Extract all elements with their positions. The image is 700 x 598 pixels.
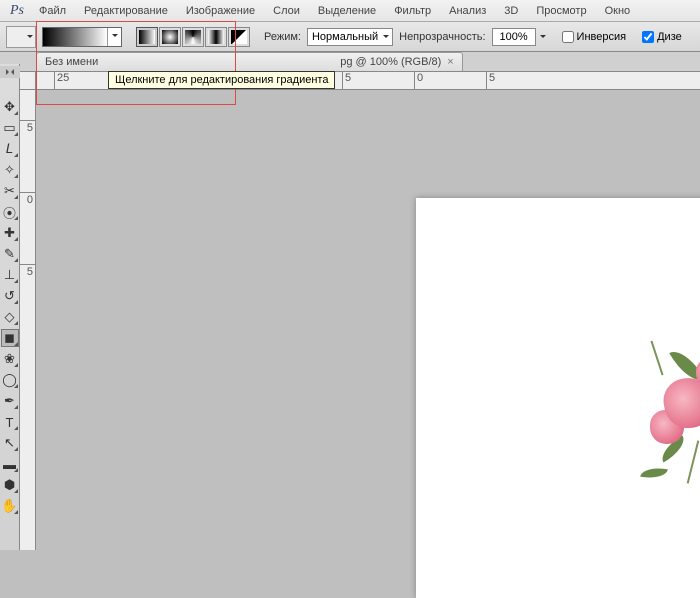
- app-logo: Ps: [4, 3, 30, 19]
- dither-label: Дизе: [657, 31, 682, 43]
- ruler-h-tick: 5: [342, 72, 351, 89]
- shape-tool[interactable]: ▬: [1, 455, 19, 473]
- invert-checkbox-input[interactable]: [562, 31, 574, 43]
- wand-tool[interactable]: ✧: [1, 161, 19, 179]
- tools-panel: ✥ ▭ 𝘓 ✧ ✂ ⦿ ✚ ✎ ⊥ ↺ ◇ ◼ ❀ ◯ ✒ T ↖ ▬ ⬢ ✋: [0, 64, 20, 550]
- blend-mode-value: Нормальный: [312, 31, 378, 43]
- menu-image[interactable]: Изображение: [177, 2, 264, 20]
- document-tab-bar: Без имени pg @ 100% (RGB/8) ×: [0, 52, 700, 72]
- menu-view[interactable]: Просмотр: [527, 2, 595, 20]
- healing-tool[interactable]: ✚: [1, 224, 19, 242]
- invert-checkbox[interactable]: Инверсия: [562, 31, 627, 43]
- pen-tool[interactable]: ✒: [1, 392, 19, 410]
- gradient-radial-button[interactable]: [159, 27, 181, 47]
- menu-file[interactable]: Файл: [30, 2, 75, 20]
- close-tab-icon[interactable]: ×: [447, 56, 453, 68]
- gradient-dropdown[interactable]: [107, 28, 121, 46]
- toolbar-expand-icon[interactable]: [0, 66, 20, 78]
- gradient-type-group: [136, 27, 250, 47]
- menu-window[interactable]: Окно: [596, 2, 640, 20]
- options-bar: Режим: Нормальный Непрозрачность: 100% И…: [0, 22, 700, 52]
- opacity-label: Непрозрачность:: [399, 31, 485, 43]
- tab-title-left: Без имени: [45, 56, 98, 68]
- menu-filter[interactable]: Фильтр: [385, 2, 440, 20]
- menu-3d[interactable]: 3D: [495, 2, 527, 20]
- hand-tool[interactable]: ✋: [1, 497, 19, 515]
- gradient-linear-button[interactable]: [136, 27, 158, 47]
- move-tool[interactable]: ✥: [1, 98, 19, 116]
- dither-checkbox-input[interactable]: [642, 31, 654, 43]
- stamp-tool[interactable]: ⊥: [1, 266, 19, 284]
- dither-checkbox[interactable]: Дизе: [642, 31, 682, 43]
- dodge-tool[interactable]: ◯: [1, 371, 19, 389]
- ruler-v-tick: 0: [20, 192, 35, 206]
- lasso-tool[interactable]: 𝘓: [1, 140, 19, 158]
- history-brush-tool[interactable]: ↺: [1, 287, 19, 305]
- tab-title-right: pg @ 100% (RGB/8): [340, 56, 441, 68]
- ruler-h-tick: 5: [486, 72, 495, 89]
- eyedropper-tool[interactable]: ⦿: [1, 203, 19, 221]
- ruler-h-tick: 25: [54, 72, 69, 89]
- ruler-h-tick: 0: [414, 72, 423, 89]
- marquee-tool[interactable]: ▭: [1, 119, 19, 137]
- blur-tool[interactable]: ❀: [1, 350, 19, 368]
- menu-edit[interactable]: Редактирование: [75, 2, 177, 20]
- ruler-origin[interactable]: [20, 72, 36, 90]
- gradient-swatch[interactable]: [43, 28, 107, 46]
- ruler-v-tick: 5: [20, 264, 35, 278]
- type-tool[interactable]: T: [1, 413, 19, 431]
- 3d-tool[interactable]: ⬢: [1, 476, 19, 494]
- gradient-tooltip: Щелкните для редактирования градиента: [108, 71, 335, 89]
- gradient-diamond-button[interactable]: [228, 27, 250, 47]
- mode-label: Режим:: [264, 31, 301, 43]
- tool-preset-picker[interactable]: [6, 26, 36, 48]
- gradient-reflected-button[interactable]: [205, 27, 227, 47]
- path-select-tool[interactable]: ↖: [1, 434, 19, 452]
- opacity-input[interactable]: 100%: [492, 28, 536, 46]
- menu-bar: Ps Файл Редактирование Изображение Слои …: [0, 0, 700, 22]
- gradient-picker[interactable]: [42, 27, 122, 47]
- eraser-tool[interactable]: ◇: [1, 308, 19, 326]
- gradient-angle-button[interactable]: [182, 27, 204, 47]
- image-content: [636, 340, 700, 500]
- menu-select[interactable]: Выделение: [309, 2, 385, 20]
- ruler-v-tick: 5: [20, 120, 35, 134]
- brush-tool[interactable]: ✎: [1, 245, 19, 263]
- canvas-area[interactable]: [36, 90, 700, 550]
- menu-analysis[interactable]: Анализ: [440, 2, 495, 20]
- blend-mode-select[interactable]: Нормальный: [307, 28, 393, 46]
- menu-layers[interactable]: Слои: [264, 2, 309, 20]
- invert-label: Инверсия: [577, 31, 627, 43]
- gradient-tool[interactable]: ◼: [1, 329, 19, 347]
- document-tab[interactable]: Без имени pg @ 100% (RGB/8) ×: [36, 52, 463, 71]
- crop-tool[interactable]: ✂: [1, 182, 19, 200]
- vertical-ruler[interactable]: 5 0 5: [20, 90, 36, 550]
